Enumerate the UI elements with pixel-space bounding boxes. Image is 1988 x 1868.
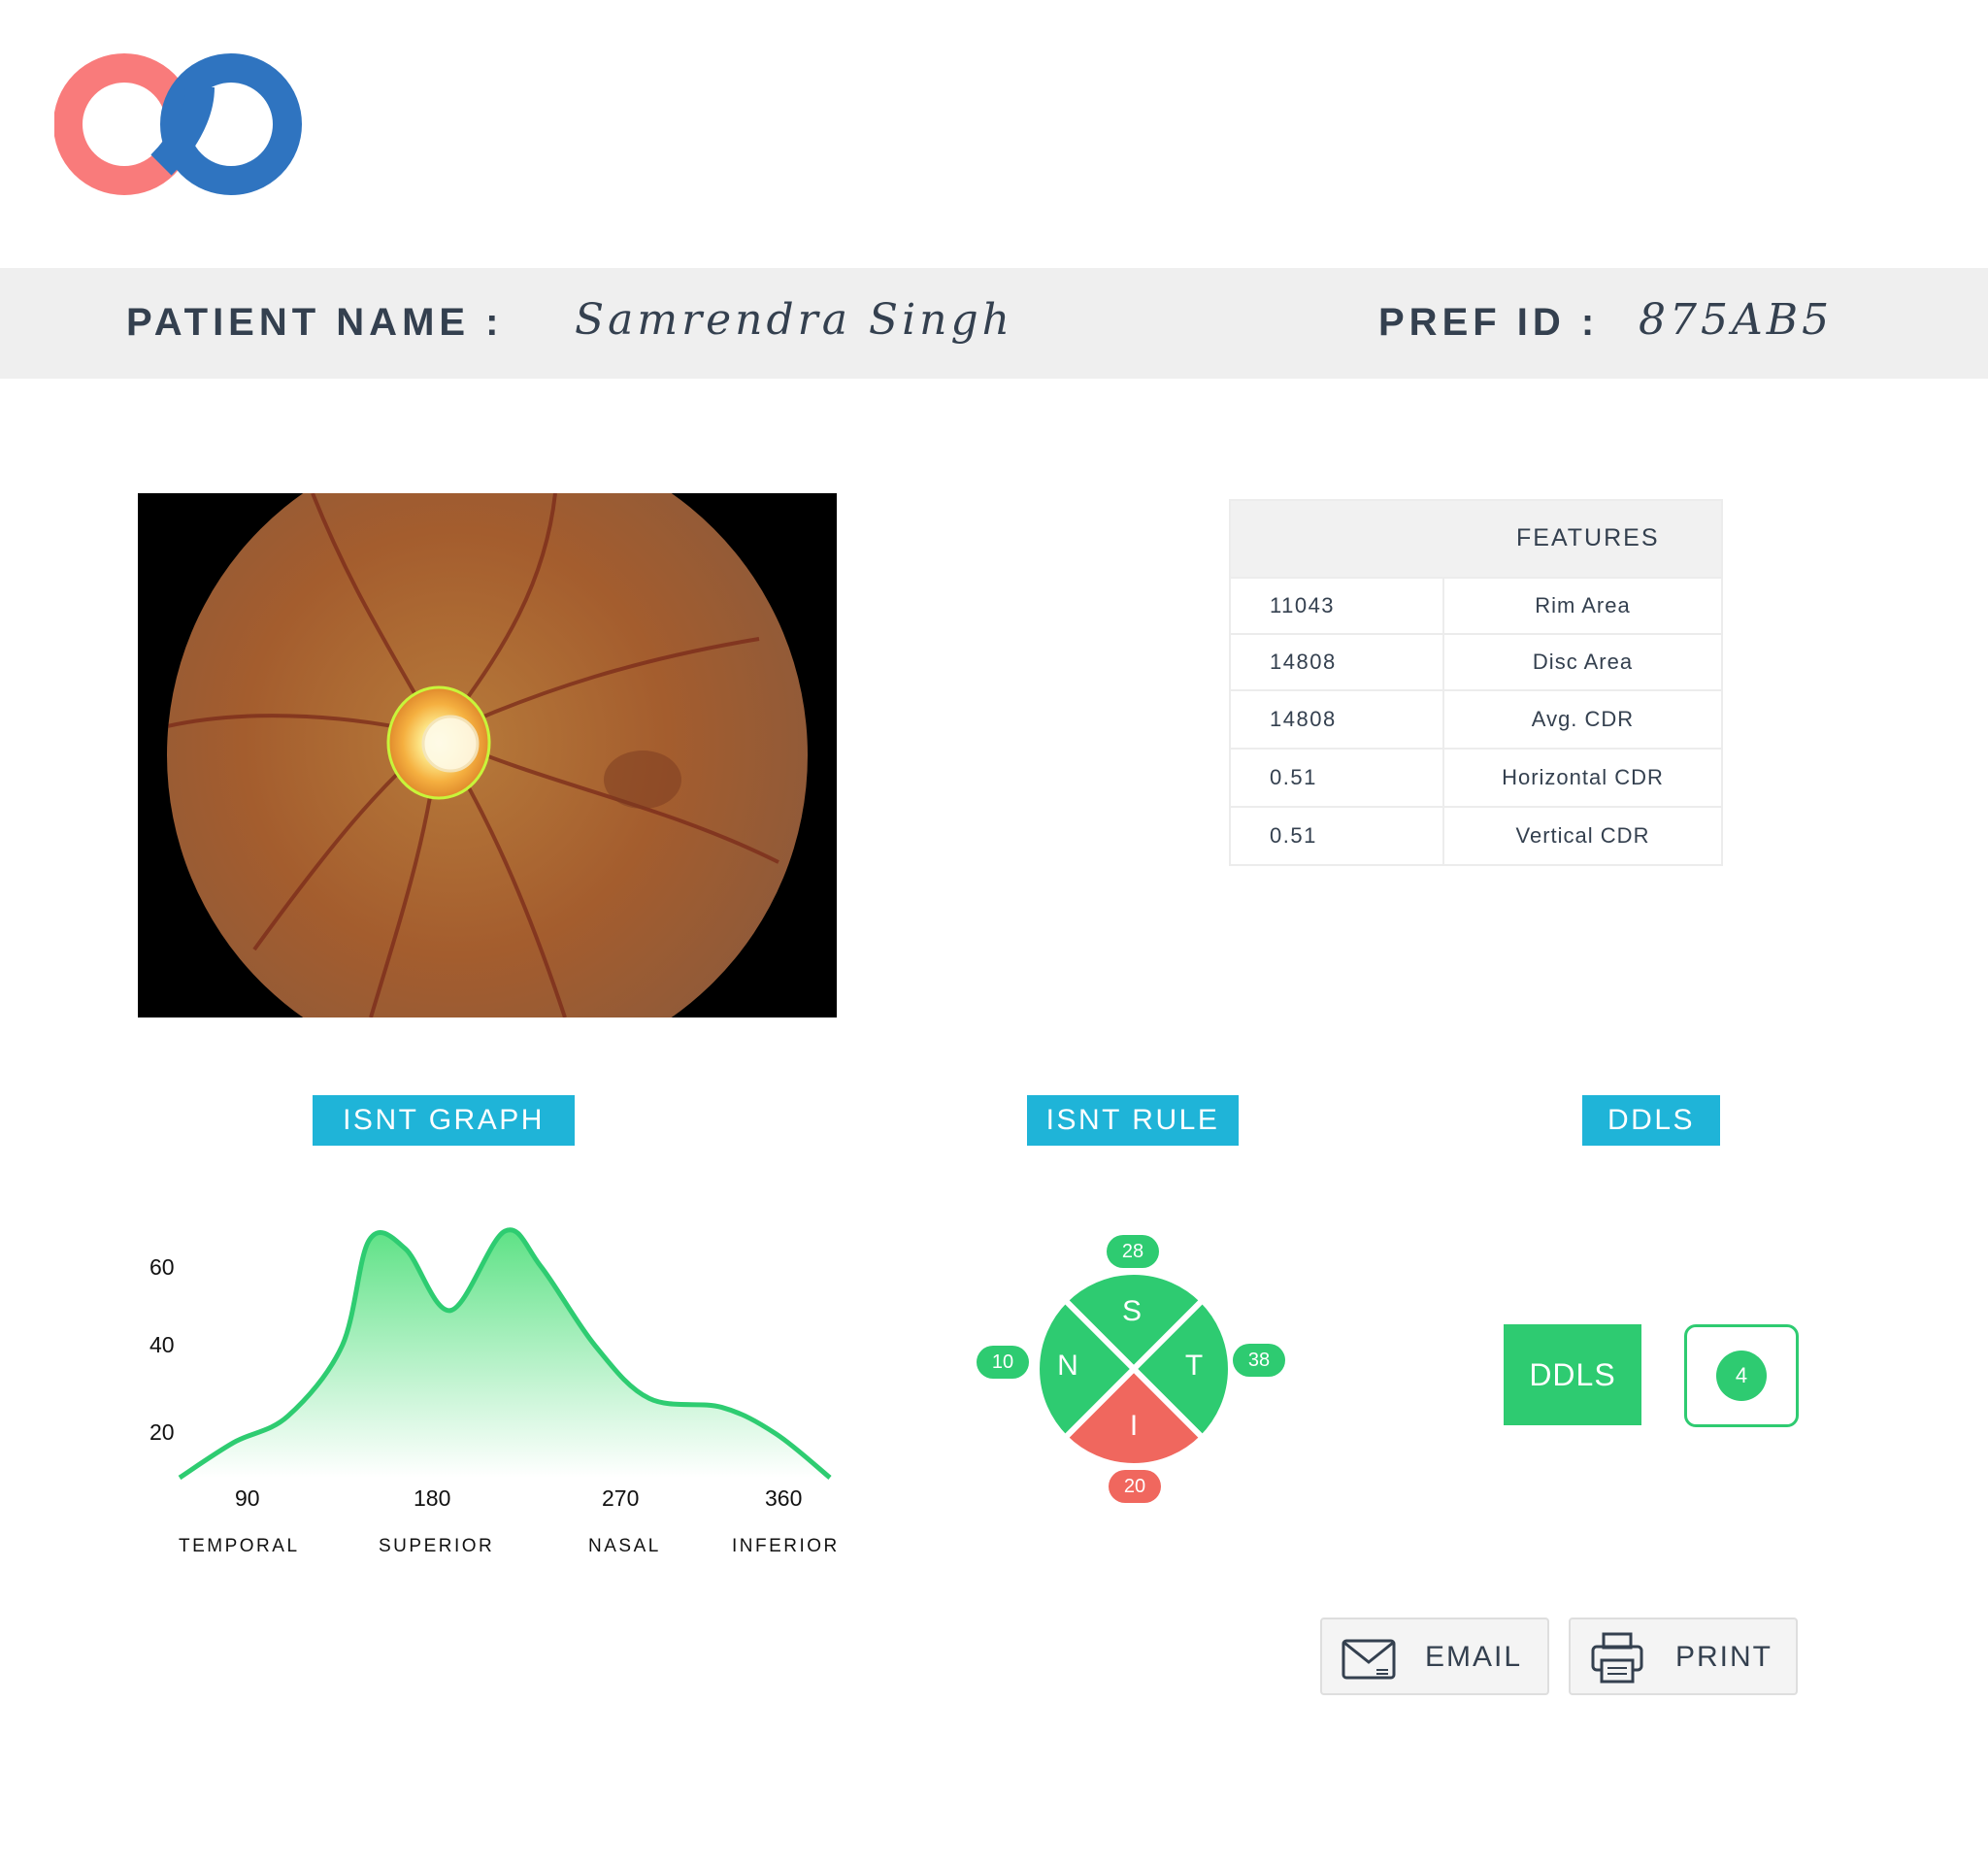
fundus-image <box>138 493 837 1017</box>
quadrant-letter-t: T <box>1184 1350 1204 1382</box>
feature-name: Disc Area <box>1442 635 1721 689</box>
table-row: 14808 Avg. CDR <box>1231 689 1721 748</box>
pref-id-value: 875AB5 <box>1639 295 1834 345</box>
quadrant-letter-n: N <box>1057 1350 1078 1382</box>
table-row: 14808 Disc Area <box>1231 633 1721 689</box>
feature-name: Vertical CDR <box>1442 808 1721 864</box>
y-tick-label: 40 <box>149 1332 175 1357</box>
feature-value: 14808 <box>1270 650 1337 674</box>
feature-value: 0.51 <box>1270 823 1317 848</box>
print-button-label: PRINT <box>1675 1641 1773 1673</box>
patient-name-label: PATIENT NAME : <box>126 301 504 344</box>
feature-name: Rim Area <box>1442 579 1721 633</box>
x-tick-label: 180 <box>414 1485 451 1511</box>
x-tick-label: 360 <box>765 1485 803 1511</box>
table-row: 0.51 Vertical CDR <box>1231 806 1721 864</box>
ddls-score-badge: 4 <box>1716 1351 1767 1401</box>
temporal-value-badge: 38 <box>1233 1344 1285 1377</box>
quadrant-letter-i: I <box>1129 1410 1139 1442</box>
nasal-value-badge: 10 <box>977 1346 1029 1379</box>
region-label: SUPERIOR <box>379 1536 495 1556</box>
envelope-icon <box>1342 1639 1396 1680</box>
y-tick-label: 20 <box>149 1419 175 1445</box>
patient-name: Samrendra Singh <box>575 295 1013 345</box>
ddls-label-box: DDLS <box>1504 1324 1641 1425</box>
ddls-score-box: 4 <box>1684 1324 1799 1427</box>
quadrant-letter-s: S <box>1121 1295 1142 1327</box>
table-row: 0.51 Horizontal CDR <box>1231 748 1721 806</box>
features-table-header: FEATURES <box>1231 501 1721 577</box>
feature-name: Horizontal CDR <box>1442 750 1721 806</box>
infinity-logo-icon <box>54 53 302 195</box>
region-label: INFERIOR <box>732 1536 840 1556</box>
feature-value: 14808 <box>1270 707 1337 731</box>
table-row: 11043 Rim Area <box>1231 577 1721 633</box>
pref-id-label: PREF ID : <box>1378 301 1600 344</box>
email-button[interactable]: EMAIL <box>1320 1618 1549 1695</box>
features-table: FEATURES 11043 Rim Area 14808 Disc Area … <box>1229 499 1723 866</box>
region-label: NASAL <box>588 1536 661 1556</box>
region-label: TEMPORAL <box>179 1536 300 1556</box>
isnt-graph-tag: ISNT GRAPH <box>313 1095 575 1146</box>
inferior-value-badge: 20 <box>1109 1470 1161 1503</box>
isnt-rule-tag: ISNT RULE <box>1027 1095 1239 1146</box>
printer-icon <box>1591 1632 1643 1684</box>
feature-value: 0.51 <box>1270 765 1317 789</box>
x-tick-label: 90 <box>235 1485 260 1511</box>
feature-value: 11043 <box>1270 593 1336 617</box>
x-tick-label: 270 <box>602 1485 640 1511</box>
feature-name: Avg. CDR <box>1442 691 1721 748</box>
isnt-graph-chart <box>178 1227 832 1481</box>
ddls-tag: DDLS <box>1582 1095 1720 1146</box>
superior-value-badge: 28 <box>1107 1235 1159 1268</box>
y-tick-label: 60 <box>149 1254 175 1280</box>
print-button[interactable]: PRINT <box>1569 1618 1798 1695</box>
email-button-label: EMAIL <box>1425 1641 1523 1673</box>
features-header-label: FEATURES <box>1516 524 1660 551</box>
chart-area-fill <box>180 1229 830 1478</box>
